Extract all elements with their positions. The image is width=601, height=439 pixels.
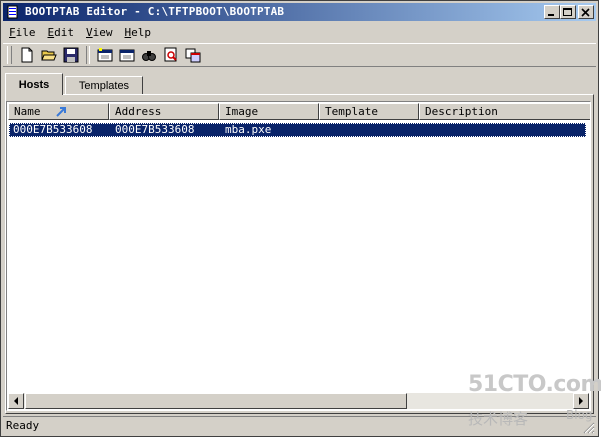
print-preview-button[interactable] [160, 45, 182, 65]
window-title: BOOTPTAB Editor - C:\TFTPBOOT\BOOTPTAB [25, 5, 285, 18]
sort-arrow-icon [56, 107, 66, 117]
new-document-icon [21, 47, 33, 63]
watermark-tagline: 技术博客 [468, 410, 529, 428]
tab-hosts[interactable]: Hosts [5, 73, 63, 95]
minimize-icon [548, 14, 554, 16]
maximize-button[interactable] [560, 5, 576, 19]
menu-view-label: iew [92, 25, 113, 39]
menu-edit-label: dit [54, 25, 74, 39]
title-bar[interactable]: BOOTPTAB Editor - C:\TFTPBOOT\BOOTPTAB [3, 3, 596, 21]
save-icon [63, 47, 79, 63]
menu-file-accel: F [9, 25, 16, 39]
minimize-button[interactable] [544, 5, 560, 19]
menu-bar: File Edit View Help [3, 23, 596, 41]
cell-address: 000E7B533608 [115, 123, 195, 136]
find-icon [142, 51, 156, 61]
column-header-image[interactable]: Image [219, 103, 319, 120]
watermark-logo: 51CTO.com [468, 372, 601, 397]
save-button[interactable] [60, 45, 82, 65]
column-header-name-label: Name [14, 105, 41, 118]
column-header-template[interactable]: Template [319, 103, 419, 120]
cell-image: mba.pxe [225, 123, 272, 136]
table-row[interactable]: 000E7B533608 000E7B533608 mba.pxe [9, 123, 586, 137]
close-button[interactable] [578, 5, 594, 19]
column-header-description[interactable]: Description [419, 103, 590, 120]
menu-edit[interactable]: Edit [42, 26, 81, 39]
maximize-icon [563, 8, 572, 16]
tab-templates[interactable]: Templates [65, 76, 143, 95]
toolbar-separator [86, 46, 90, 64]
menu-help[interactable]: Help [119, 26, 158, 39]
status-text: Ready [6, 419, 40, 432]
scroll-thumb[interactable] [25, 393, 407, 409]
add-host-button[interactable] [94, 45, 116, 65]
new-button[interactable] [16, 45, 38, 65]
arrow-left-icon [14, 397, 18, 405]
properties-button[interactable] [182, 45, 204, 65]
print-preview-icon [164, 47, 177, 62]
cell-name: 000E7B533608 [13, 123, 93, 136]
menu-view-accel: V [86, 25, 93, 39]
menu-file[interactable]: File [3, 26, 42, 39]
properties-icon [185, 48, 201, 63]
hosts-list-view[interactable]: Name Address Image Template Description … [6, 101, 591, 411]
column-headers: Name Address Image Template Description [8, 103, 590, 120]
toolbar [3, 43, 596, 67]
site-watermark: 51CTO.com 技术博客 Blog [462, 372, 601, 432]
menu-view[interactable]: View [80, 26, 119, 39]
column-header-name[interactable]: Name [8, 103, 109, 120]
edit-host-button[interactable] [116, 45, 138, 65]
column-header-address[interactable]: Address [109, 103, 219, 120]
menu-file-label: ile [15, 25, 36, 39]
window-controls [544, 5, 594, 19]
scroll-left-button[interactable] [8, 393, 24, 409]
open-button[interactable] [38, 45, 60, 65]
edit-host-icon [119, 49, 135, 62]
toolbar-grip[interactable] [7, 46, 12, 64]
add-host-icon [97, 48, 113, 62]
app-icon [6, 5, 20, 19]
find-button[interactable] [138, 45, 160, 65]
close-icon [581, 8, 590, 17]
watermark-blog: Blog [566, 408, 593, 422]
open-folder-icon [41, 50, 57, 61]
menu-help-label: elp [131, 25, 151, 39]
